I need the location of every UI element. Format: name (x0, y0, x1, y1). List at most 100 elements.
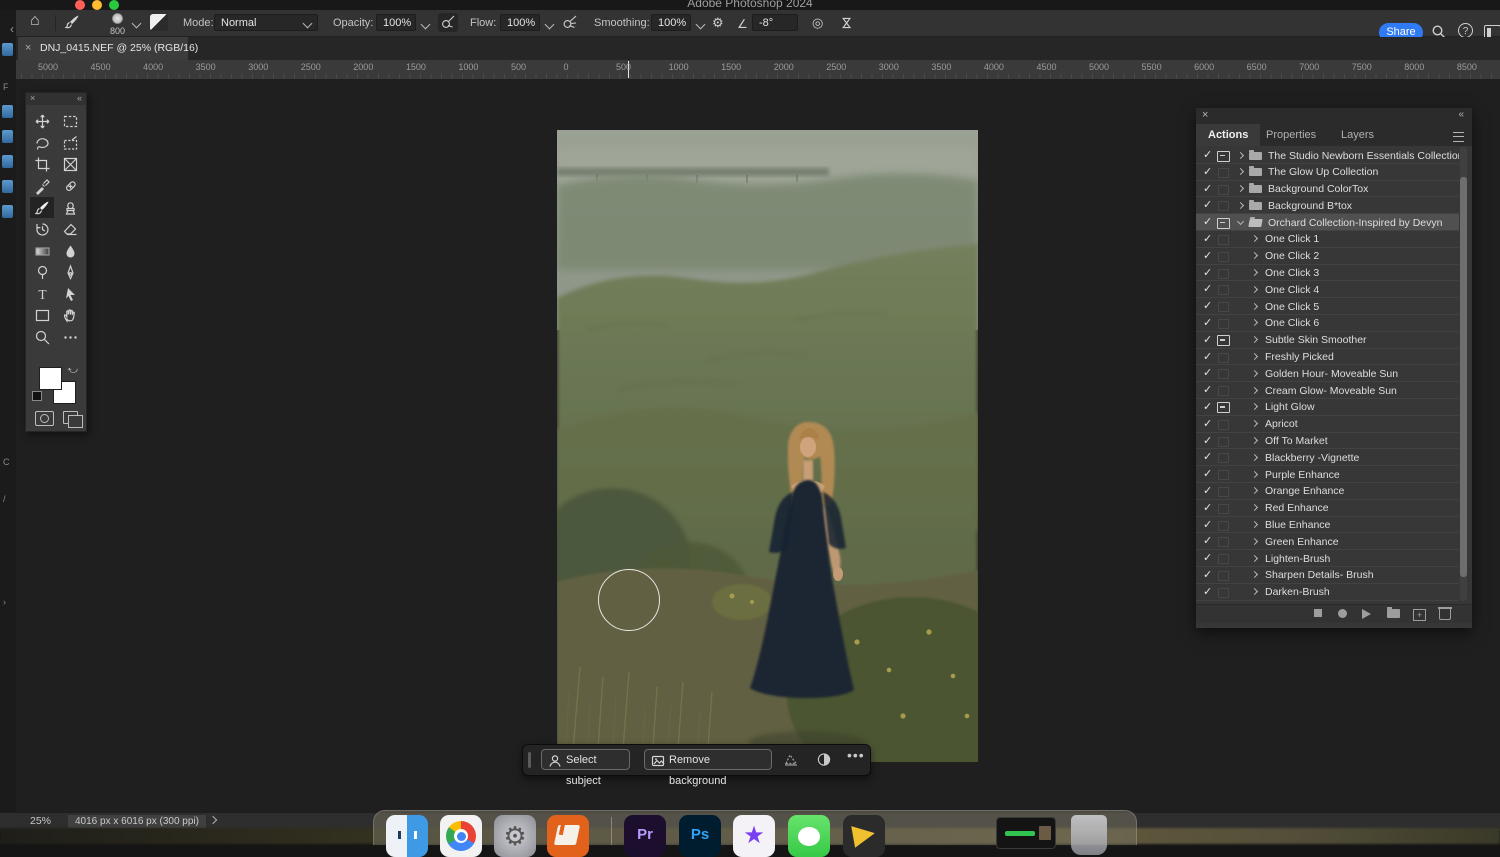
check-icon[interactable]: ✓ (1203, 585, 1212, 598)
transform-icon[interactable] (783, 752, 799, 772)
check-icon[interactable]: ✓ (1203, 350, 1212, 363)
select-subject-button[interactable]: Select subject (541, 749, 630, 770)
lasso-tool[interactable] (30, 133, 54, 154)
action-row[interactable]: ✓Blue Enhance (1196, 517, 1459, 534)
check-icon[interactable]: ✓ (1203, 148, 1212, 161)
premiere-pro-icon[interactable]: Pr (624, 815, 666, 857)
clone-stamp-tool[interactable] (58, 197, 82, 218)
check-icon[interactable]: ✓ (1203, 282, 1212, 295)
check-icon[interactable]: ✓ (1203, 366, 1212, 379)
tab-actions[interactable]: Actions (1196, 124, 1260, 146)
scrollbar[interactable] (1460, 147, 1467, 601)
action-row[interactable]: ✓The Glow Up Collection (1196, 164, 1459, 181)
dialog-toggle-empty[interactable] (1218, 185, 1229, 195)
chevron-right-icon[interactable] (1251, 336, 1258, 343)
action-row[interactable]: ✓Off To Market (1196, 433, 1459, 450)
dialog-toggle-empty[interactable] (1218, 269, 1229, 279)
action-row[interactable]: ✓One Click 1 (1196, 231, 1459, 248)
history-brush-tool[interactable] (30, 219, 54, 240)
trash-icon[interactable] (1071, 815, 1107, 855)
brush-tool[interactable] (30, 197, 54, 218)
dialog-toggle-empty[interactable] (1218, 554, 1229, 564)
actions-panel-header[interactable]: × « (1196, 108, 1472, 124)
brush-tip-preview[interactable] (112, 13, 123, 24)
chevron-right-icon[interactable] (1251, 269, 1258, 276)
action-row[interactable]: ✓One Click 2 (1196, 248, 1459, 265)
dialog-toggle-empty[interactable] (1218, 420, 1229, 430)
dialog-toggle-empty[interactable] (1218, 588, 1229, 598)
dialog-toggle-empty[interactable] (1218, 470, 1229, 480)
check-icon[interactable]: ✓ (1203, 383, 1212, 396)
remove-background-button[interactable]: Remove background (644, 749, 772, 770)
panel-menu-icon[interactable] (1453, 132, 1464, 142)
help-icon[interactable]: ? (1458, 23, 1473, 38)
action-row[interactable]: ✓Darken-Brush (1196, 584, 1459, 601)
object-selection-tool[interactable] (58, 133, 82, 154)
brush-tool-icon[interactable] (64, 13, 81, 34)
collapse-panel-icon[interactable]: « (1458, 109, 1464, 120)
path-selection-tool[interactable] (58, 284, 82, 305)
check-icon[interactable]: ✓ (1203, 467, 1212, 480)
check-icon[interactable]: ✓ (1203, 249, 1212, 262)
eraser-tool[interactable] (58, 219, 82, 240)
quick-mask-icon[interactable] (35, 411, 54, 426)
close-icon[interactable]: × (30, 93, 35, 103)
more-tools-tool[interactable] (58, 327, 82, 348)
chevron-right-icon[interactable] (209, 816, 217, 824)
action-row[interactable]: ✓One Click 6 (1196, 315, 1459, 332)
star-app-icon[interactable]: ★ (733, 815, 775, 857)
action-row[interactable]: ✓Red Enhance (1196, 500, 1459, 517)
check-icon[interactable]: ✓ (1203, 434, 1212, 447)
marquee-tool[interactable] (58, 111, 82, 132)
dialog-toggle-icon[interactable] (1217, 151, 1230, 162)
chevron-right-icon[interactable] (1251, 487, 1258, 494)
action-row[interactable]: ✓Freshly Picked (1196, 349, 1459, 366)
chevron-right-icon[interactable] (1251, 353, 1258, 360)
check-icon[interactable]: ✓ (1203, 198, 1212, 211)
chevron-right-icon[interactable] (1251, 235, 1258, 242)
photoshop-icon[interactable]: Ps (679, 815, 721, 857)
action-row[interactable]: ✓Light Glow (1196, 399, 1459, 416)
action-row[interactable]: ✓Purple Enhance (1196, 466, 1459, 483)
check-icon[interactable]: ✓ (1203, 534, 1212, 547)
system-settings-icon[interactable]: ⚙ (494, 815, 536, 857)
scrollbar-thumb[interactable] (1460, 177, 1467, 577)
chevron-down-icon[interactable] (132, 19, 142, 29)
dialog-toggle-empty[interactable] (1218, 235, 1229, 245)
chevron-right-icon[interactable] (1251, 303, 1258, 310)
smoothing-gear-icon[interactable]: ⚙ (712, 14, 724, 32)
new-action-icon[interactable]: + (1413, 609, 1426, 621)
dialog-toggle-empty[interactable] (1218, 437, 1229, 447)
orange-app-icon[interactable] (547, 815, 589, 857)
screen-mode-icon[interactable] (63, 411, 78, 424)
chevron-right-icon[interactable] (1251, 319, 1258, 326)
tab-properties[interactable]: Properties (1254, 124, 1328, 146)
action-row[interactable]: ✓Apricot (1196, 416, 1459, 433)
dialog-toggle-empty[interactable] (1218, 168, 1229, 178)
action-row[interactable]: ✓One Click 4 (1196, 281, 1459, 298)
chevron-down-icon[interactable] (421, 20, 431, 30)
action-row[interactable]: ✓One Click 5 (1196, 298, 1459, 315)
chevron-right-icon[interactable] (1251, 252, 1258, 259)
action-row[interactable]: ✓Orange Enhance (1196, 483, 1459, 500)
healing-brush-tool[interactable] (58, 176, 82, 197)
chevron-right-icon[interactable] (1237, 168, 1244, 175)
smoothing-input[interactable]: 100% (651, 14, 691, 31)
blend-mode-select[interactable]: Normal (214, 14, 318, 31)
gradient-tool[interactable] (30, 241, 54, 262)
facetime-icon[interactable] (788, 815, 830, 857)
action-row[interactable]: ✓Orchard Collection-Inspired by Devyn (1196, 214, 1459, 231)
blur-tool[interactable] (58, 241, 82, 262)
chevron-right-icon[interactable] (1237, 185, 1244, 192)
zoom-tool[interactable] (30, 327, 54, 348)
check-icon[interactable]: ✓ (1203, 232, 1212, 245)
photo-document[interactable] (557, 130, 978, 762)
flow-input[interactable]: 100% (500, 14, 540, 31)
document-tab[interactable]: × DNJ_0415.NEF @ 25% (RGB/16) (18, 37, 188, 60)
close-tab-icon[interactable]: × (25, 37, 31, 60)
action-row[interactable]: ✓Sharpen Details- Brush (1196, 567, 1459, 584)
hand-tool[interactable] (58, 305, 82, 326)
rectangle-tool[interactable] (30, 305, 54, 326)
dialog-toggle-empty[interactable] (1218, 453, 1229, 463)
check-icon[interactable]: ✓ (1203, 450, 1212, 463)
